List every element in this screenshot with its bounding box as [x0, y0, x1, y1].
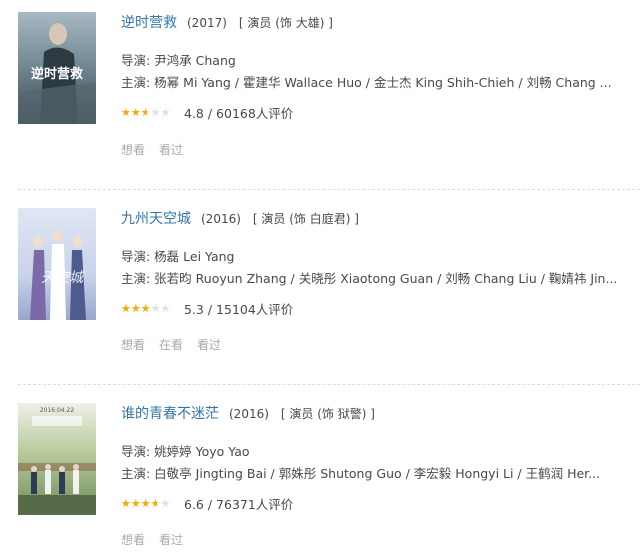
- movie-year: (2016): [229, 407, 269, 421]
- movie-role: [ 演员 (饰 大雄) ]: [238, 16, 333, 30]
- want-to-watch-link[interactable]: 想看: [121, 143, 145, 157]
- rating-row: ★★★★★★★★★★ 5.3 / 15104人评价: [121, 299, 293, 318]
- movie-title-link[interactable]: 谁的青春不迷茫: [121, 406, 219, 422]
- movie-poster[interactable]: 逆时营救: [18, 12, 96, 124]
- rating-text: 5.3 / 15104人评价: [184, 302, 294, 317]
- movie-poster[interactable]: 天空城: [18, 208, 96, 320]
- movie-year: (2016): [201, 212, 241, 226]
- movie-year: (2017): [187, 16, 227, 30]
- watched-link[interactable]: 看过: [197, 338, 221, 352]
- watched-link[interactable]: 看过: [159, 533, 183, 547]
- movie-title-link[interactable]: 九州天空城: [121, 211, 191, 227]
- cast-line: 主演: 杨幂 Mi Yang / 霍建华 Wallace Huo / 金士杰 K…: [121, 75, 612, 90]
- action-row: 想看 看过: [121, 531, 197, 548]
- watched-link[interactable]: 看过: [159, 143, 183, 157]
- poster-title-text: 逆时营救: [31, 66, 83, 82]
- rating-text: 4.8 / 60168人评价: [184, 106, 294, 121]
- cast-line: 主演: 白敬亭 Jingting Bai / 郭姝彤 Shutong Guo /…: [121, 466, 601, 481]
- rating-stars: ★★★★★★★★★★: [121, 303, 171, 314]
- director-line: 导演: 尹鸿承 Chang: [121, 53, 236, 68]
- director-line: 导演: 姚婷婷 Yoyo Yao: [121, 444, 250, 459]
- poster-image: 天空城: [18, 208, 96, 320]
- movie-poster[interactable]: 2016.04.22: [18, 403, 96, 515]
- movie-role: [ 演员 (饰 白庭君) ]: [252, 212, 359, 226]
- item-divider: [18, 189, 640, 190]
- movie-role: [ 演员 (饰 狱警) ]: [280, 407, 375, 421]
- rating-text: 6.6 / 76371人评价: [184, 497, 294, 512]
- want-to-watch-link[interactable]: 想看: [121, 338, 145, 352]
- rating-stars: ★★★★★★★★★★: [121, 498, 171, 509]
- rating-row: ★★★★★★★★★★ 6.6 / 76371人评价: [121, 494, 293, 513]
- poster-date-text: 2016.04.22: [40, 407, 75, 414]
- item-divider: [18, 384, 640, 385]
- poster-image: 2016.04.22: [18, 403, 96, 515]
- poster-title-text: 天空城: [41, 270, 85, 286]
- director-line: 导演: 杨磊 Lei Yang: [121, 249, 235, 264]
- cast-line: 主演: 张若昀 Ruoyun Zhang / 关晓彤 Xiaotong Guan…: [121, 271, 618, 286]
- action-row: 想看 在看 看过: [121, 336, 235, 353]
- watching-link[interactable]: 在看: [159, 338, 183, 352]
- poster-image: 逆时营救: [18, 12, 96, 124]
- rating-row: ★★★★★★★★★★ 4.8 / 60168人评价: [121, 103, 293, 122]
- movie-title-link[interactable]: 逆时营救: [121, 15, 177, 31]
- rating-stars: ★★★★★★★★★★: [121, 107, 171, 118]
- action-row: 想看 看过: [121, 141, 197, 158]
- want-to-watch-link[interactable]: 想看: [121, 533, 145, 547]
